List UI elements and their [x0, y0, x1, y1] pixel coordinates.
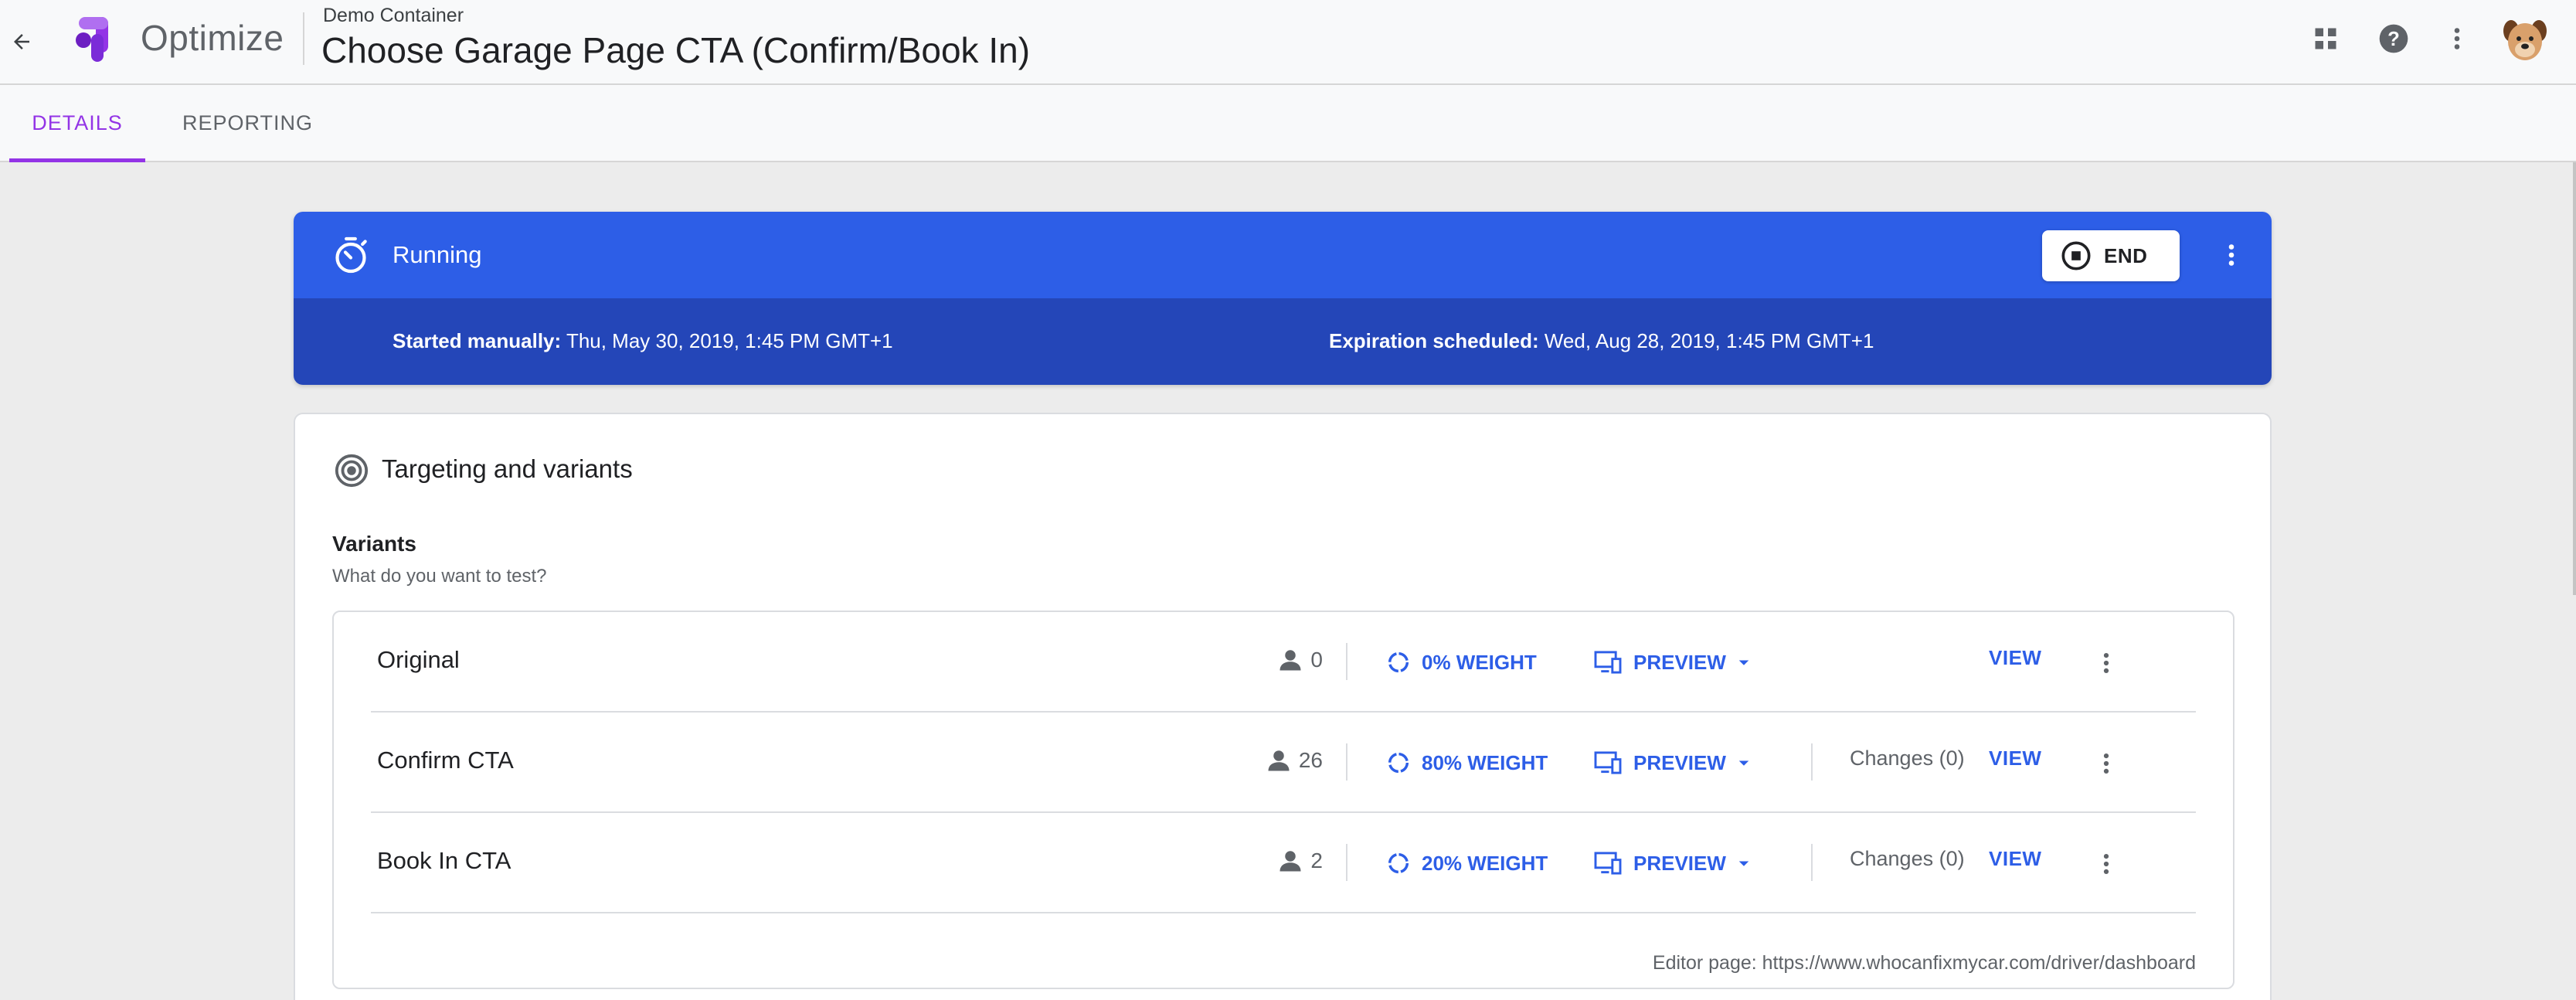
- timer-icon: [329, 233, 372, 277]
- weight-button[interactable]: 80% WEIGHT: [1386, 742, 1548, 784]
- dropdown-arrow-icon: [1738, 660, 1749, 665]
- preview-devices-icon: [1594, 852, 1622, 875]
- optimize-logo-icon: [68, 14, 117, 63]
- changes-link[interactable]: Changes (0): [1850, 847, 1965, 871]
- scrollbar[interactable]: [2573, 162, 2576, 595]
- weight-ring-icon: [1388, 852, 1409, 874]
- view-button[interactable]: VIEW: [1989, 847, 2041, 871]
- changes-link[interactable]: Changes (0): [1850, 747, 1965, 770]
- person-icon: [1268, 750, 1290, 771]
- variant-name: Confirm CTA: [377, 747, 514, 774]
- preview-devices-icon: [1594, 651, 1622, 674]
- started-value: Thu, May 30, 2019, 1:45 PM GMT+1: [566, 329, 893, 352]
- divider: [1811, 844, 1813, 881]
- stop-circle-icon: [2061, 241, 2091, 270]
- variant-users: 26: [1265, 747, 1323, 774]
- preview-button[interactable]: PREVIEW: [1593, 641, 1755, 683]
- help-icon[interactable]: ?: [2372, 17, 2415, 60]
- variant-more-icon[interactable]: [2085, 842, 2128, 886]
- target-icon: [334, 453, 369, 488]
- tab-details[interactable]: DETAILS: [9, 85, 145, 162]
- weight-label: 0% WEIGHT: [1422, 650, 1537, 674]
- end-button[interactable]: END: [2042, 230, 2180, 281]
- person-icon: [1280, 851, 1301, 872]
- started-label: Started manually:: [393, 329, 562, 352]
- status-more-icon[interactable]: [2210, 233, 2253, 277]
- variant-user-count: 0: [1310, 648, 1323, 672]
- app-name: Optimize: [141, 18, 284, 58]
- weight-ring-icon: [1388, 651, 1409, 673]
- end-button-label: END: [2104, 243, 2148, 267]
- view-button[interactable]: VIEW: [1989, 747, 2041, 770]
- variant-row-confirm-cta: Confirm CTA 26 80% WEIGHT PREVIEW Change…: [371, 713, 2196, 813]
- variant-row-book-in-cta: Book In CTA 2 20% WEIGHT PREVIEW Changes…: [371, 813, 2196, 913]
- weight-button[interactable]: 0% WEIGHT: [1386, 641, 1537, 683]
- weight-button[interactable]: 20% WEIGHT: [1386, 842, 1548, 884]
- variant-more-icon[interactable]: [2085, 641, 2128, 685]
- divider: [1346, 643, 1347, 680]
- targeting-title: Targeting and variants: [382, 454, 633, 483]
- status-card-details: Started manually: Thu, May 30, 2019, 1:4…: [294, 298, 2272, 385]
- preview-button[interactable]: PREVIEW: [1593, 742, 1755, 784]
- avatar[interactable]: [2500, 15, 2550, 65]
- variant-user-count: 2: [1310, 849, 1323, 872]
- expiration-info: Expiration scheduled: Wed, Aug 28, 2019,…: [1329, 329, 1874, 353]
- status-card: Running END Started manually: Thu, May 3…: [294, 212, 2272, 385]
- page-title: Choose Garage Page CTA (Confirm/Book In): [321, 30, 1031, 70]
- variant-row-original: Original 0 0% WEIGHT PREVIEW VIEW: [371, 612, 2196, 713]
- top-bar: Optimize Demo Container Choose Garage Pa…: [0, 0, 2576, 85]
- status-card-header: Running END: [294, 212, 2272, 298]
- person-icon: [1280, 650, 1301, 671]
- variants-title: Variants: [332, 532, 416, 556]
- editor-page-url: Editor page: https://www.whocanfixmycar.…: [1652, 952, 2196, 974]
- divider: [1346, 743, 1347, 781]
- svg-text:?: ?: [2387, 29, 2400, 50]
- view-button[interactable]: VIEW: [1989, 646, 2041, 670]
- status-label: Running: [393, 241, 482, 268]
- preview-label: PREVIEW: [1633, 650, 1726, 674]
- header-divider: [303, 12, 304, 65]
- variant-name: Original: [377, 646, 460, 673]
- variant-more-icon[interactable]: [2085, 742, 2128, 785]
- targeting-card: Targeting and variants Variants What do …: [294, 413, 2272, 1000]
- variants-subtitle: What do you want to test?: [332, 566, 547, 587]
- tab-reporting[interactable]: REPORTING: [182, 85, 313, 161]
- expiration-label: Expiration scheduled:: [1329, 329, 1539, 352]
- preview-devices-icon: [1594, 751, 1622, 774]
- preview-label: PREVIEW: [1633, 851, 1726, 875]
- divider: [1811, 743, 1813, 781]
- more-vert-icon[interactable]: [2435, 17, 2479, 60]
- container-name[interactable]: Demo Container: [323, 5, 464, 27]
- variants-list: Original 0 0% WEIGHT PREVIEW VIEW Confir: [332, 611, 2234, 989]
- variant-user-count: 26: [1298, 748, 1323, 772]
- expiration-value: Wed, Aug 28, 2019, 1:45 PM GMT+1: [1544, 329, 1874, 352]
- started-info: Started manually: Thu, May 30, 2019, 1:4…: [393, 329, 893, 353]
- divider: [1346, 844, 1347, 881]
- variant-users: 2: [1276, 847, 1323, 875]
- weight-ring-icon: [1388, 752, 1409, 774]
- tab-bar: DETAILS REPORTING: [0, 85, 2576, 162]
- dropdown-arrow-icon: [1738, 861, 1749, 866]
- variant-users: 0: [1276, 646, 1323, 674]
- dropdown-arrow-icon: [1738, 760, 1749, 766]
- apps-grid-icon[interactable]: [2304, 17, 2347, 60]
- back-arrow-icon[interactable]: [3, 23, 40, 60]
- preview-label: PREVIEW: [1633, 750, 1726, 774]
- weight-label: 20% WEIGHT: [1422, 851, 1548, 875]
- weight-label: 80% WEIGHT: [1422, 750, 1548, 774]
- variant-name: Book In CTA: [377, 847, 511, 874]
- preview-button[interactable]: PREVIEW: [1593, 842, 1755, 884]
